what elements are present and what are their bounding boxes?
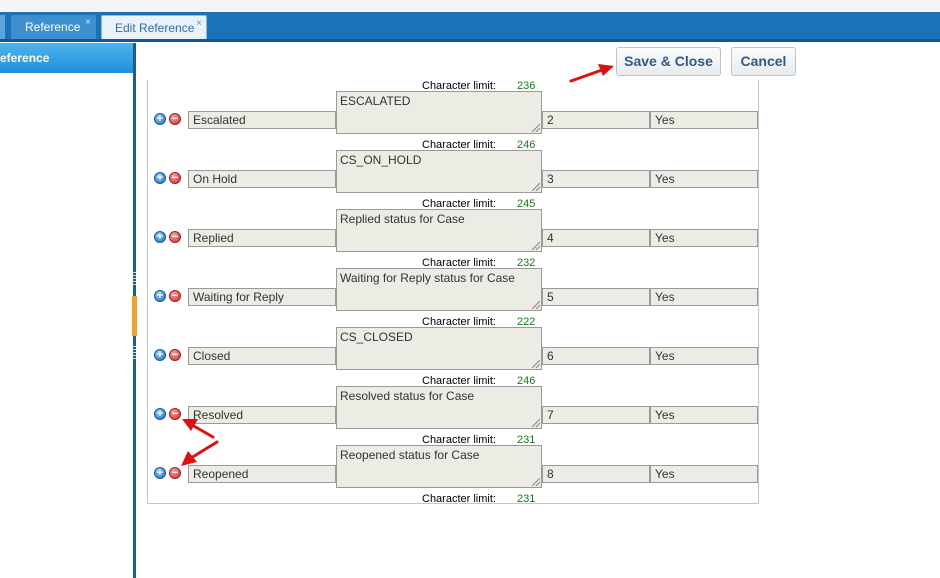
sidebar-collapse-handle[interactable]: [132, 296, 137, 336]
char-limit-count: 231: [517, 493, 536, 505]
annotation-arrow-reopened: [181, 440, 219, 466]
annotation-arrow-resolved: [182, 419, 215, 439]
tab-previous-stub[interactable]: [0, 15, 5, 39]
tab-edit-reference[interactable]: Edit Reference ×: [101, 15, 207, 39]
value-active-field[interactable]: Yes: [650, 229, 758, 247]
value-active-field[interactable]: Yes: [650, 347, 758, 365]
value-name-field[interactable]: Closed: [188, 347, 336, 365]
char-limit-label: Character limit:: [422, 493, 496, 505]
sidebar-item-reference[interactable]: eference: [0, 43, 133, 73]
value-name-field[interactable]: Replied: [188, 229, 336, 247]
value-sequence-field[interactable]: 6: [542, 347, 650, 365]
remove-row-icon[interactable]: −: [169, 231, 181, 243]
value-description-field[interactable]: Resolved status for Case: [336, 386, 542, 429]
remove-row-icon[interactable]: −: [169, 290, 181, 302]
add-row-icon[interactable]: +: [154, 408, 166, 420]
value-sequence-field[interactable]: 2: [542, 111, 650, 129]
remove-row-icon[interactable]: −: [169, 113, 181, 125]
value-active-field[interactable]: Yes: [650, 111, 758, 129]
value-sequence-field[interactable]: 7: [542, 406, 650, 424]
value-description-field[interactable]: Waiting for Reply status for Case: [336, 268, 542, 311]
add-row-icon[interactable]: +: [154, 113, 166, 125]
value-sequence-field[interactable]: 3: [542, 170, 650, 188]
remove-row-icon[interactable]: −: [169, 467, 181, 479]
cancel-button[interactable]: Cancel: [731, 47, 796, 76]
add-row-icon[interactable]: +: [154, 290, 166, 302]
remove-row-icon[interactable]: −: [169, 172, 181, 184]
value-description-field[interactable]: CS_CLOSED: [336, 327, 542, 370]
value-description-text: Reopened status for Case: [340, 448, 480, 462]
value-description-field[interactable]: Reopened status for Case: [336, 445, 542, 488]
value-description-field[interactable]: Replied status for Case: [336, 209, 542, 252]
resize-handle-icon[interactable]: [532, 419, 540, 427]
char-limit: Character limit: 231: [422, 493, 552, 505]
value-active-field[interactable]: Yes: [650, 406, 758, 424]
resize-handle-icon[interactable]: [532, 242, 540, 250]
splitter-grip-bottom: [133, 346, 136, 360]
value-active-field[interactable]: Yes: [650, 288, 758, 306]
value-description-field[interactable]: CS_ON_HOLD: [336, 150, 542, 193]
resize-handle-icon[interactable]: [532, 360, 540, 368]
resize-handle-icon[interactable]: [532, 478, 540, 486]
value-sequence-field[interactable]: 4: [542, 229, 650, 247]
value-sequence-field[interactable]: 8: [542, 465, 650, 483]
value-description-field[interactable]: ESCALATED: [336, 91, 542, 134]
add-row-icon[interactable]: +: [154, 231, 166, 243]
sidebar-item-reference-label: eference: [0, 51, 50, 65]
remove-row-icon[interactable]: −: [169, 349, 181, 361]
tab-reference-label: Reference: [25, 20, 81, 34]
splitter-grip-top: [133, 272, 136, 286]
value-description-text: ESCALATED: [340, 94, 411, 108]
value-active-field[interactable]: Yes: [650, 170, 758, 188]
add-row-icon[interactable]: +: [154, 172, 166, 184]
tab-reference[interactable]: Reference ×: [11, 15, 96, 39]
resize-handle-icon[interactable]: [532, 124, 540, 132]
tab-edit-reference-close-icon[interactable]: ×: [196, 12, 202, 36]
add-row-icon[interactable]: +: [154, 467, 166, 479]
value-description-text: CS_ON_HOLD: [340, 153, 422, 167]
value-active-field[interactable]: Yes: [650, 465, 758, 483]
value-description-text: Waiting for Reply status for Case: [340, 271, 515, 285]
save-and-close-button[interactable]: Save & Close: [616, 47, 721, 76]
value-sequence-field[interactable]: 5: [542, 288, 650, 306]
resize-handle-icon[interactable]: [532, 301, 540, 309]
value-name-field[interactable]: Escalated: [188, 111, 336, 129]
value-description-text: Replied status for Case: [340, 212, 465, 226]
value-description-text: CS_CLOSED: [340, 330, 413, 344]
resize-handle-icon[interactable]: [532, 183, 540, 191]
value-name-field[interactable]: Waiting for Reply: [188, 288, 336, 306]
add-row-icon[interactable]: +: [154, 349, 166, 361]
annotation-arrow-save: [569, 64, 614, 83]
tab-edit-reference-label: Edit Reference: [115, 21, 195, 35]
value-description-text: Resolved status for Case: [340, 389, 475, 403]
value-name-field[interactable]: On Hold: [188, 170, 336, 188]
tab-reference-close-icon[interactable]: ×: [85, 11, 91, 35]
